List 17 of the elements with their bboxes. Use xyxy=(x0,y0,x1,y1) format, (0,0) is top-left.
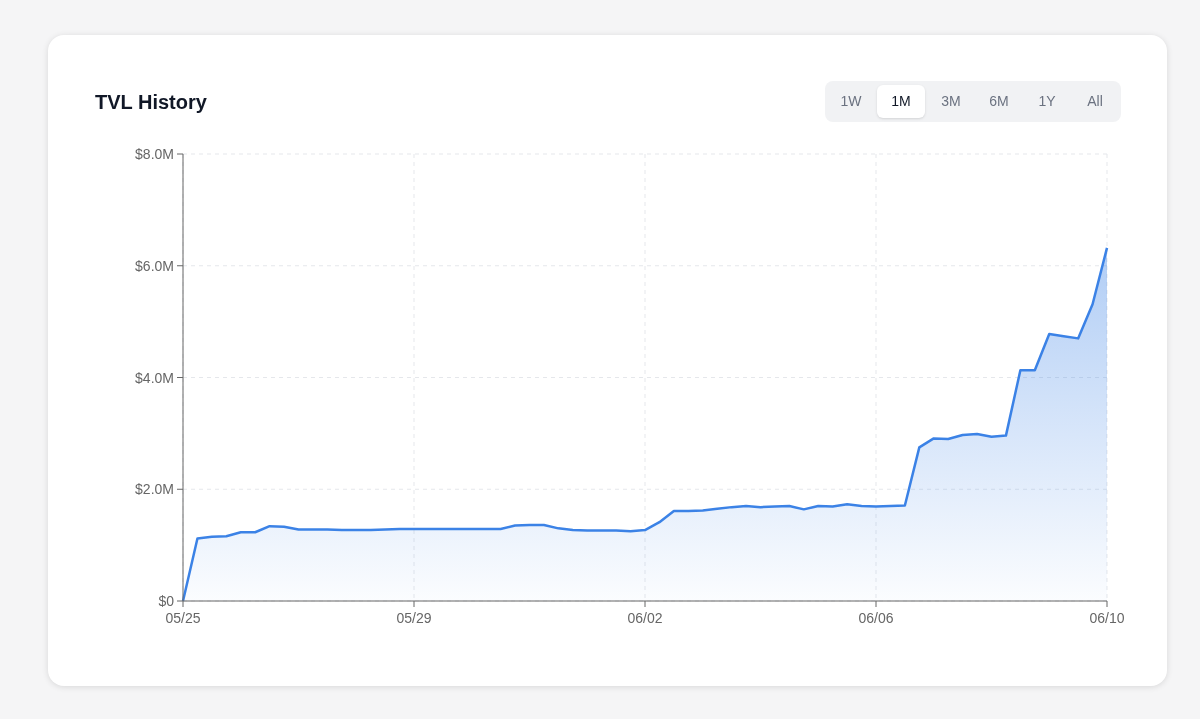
range-tab[interactable]: 6M xyxy=(977,85,1021,118)
y-tick-label: $0 xyxy=(158,593,174,609)
x-tick-label: 06/10 xyxy=(1089,610,1125,626)
range-tab[interactable]: All xyxy=(1073,85,1117,118)
x-tick-label: 05/29 xyxy=(396,610,432,626)
range-tab[interactable]: 3M xyxy=(929,85,973,118)
range-tab[interactable]: 1M xyxy=(877,85,925,118)
card-title: TVL History xyxy=(95,89,207,115)
range-tab[interactable]: 1W xyxy=(829,85,873,118)
x-tick-label: 05/25 xyxy=(165,610,201,626)
y-tick-label: $6.0M xyxy=(135,257,174,274)
x-tick-label: 06/02 xyxy=(627,610,663,626)
x-tick-label: 06/06 xyxy=(858,610,894,626)
y-tick-label: $4.0M xyxy=(135,369,174,386)
y-tick-label: $8.0M xyxy=(135,146,174,162)
y-tick-label: $2.0M xyxy=(135,481,174,498)
range-tab[interactable]: 1Y xyxy=(1025,85,1069,118)
